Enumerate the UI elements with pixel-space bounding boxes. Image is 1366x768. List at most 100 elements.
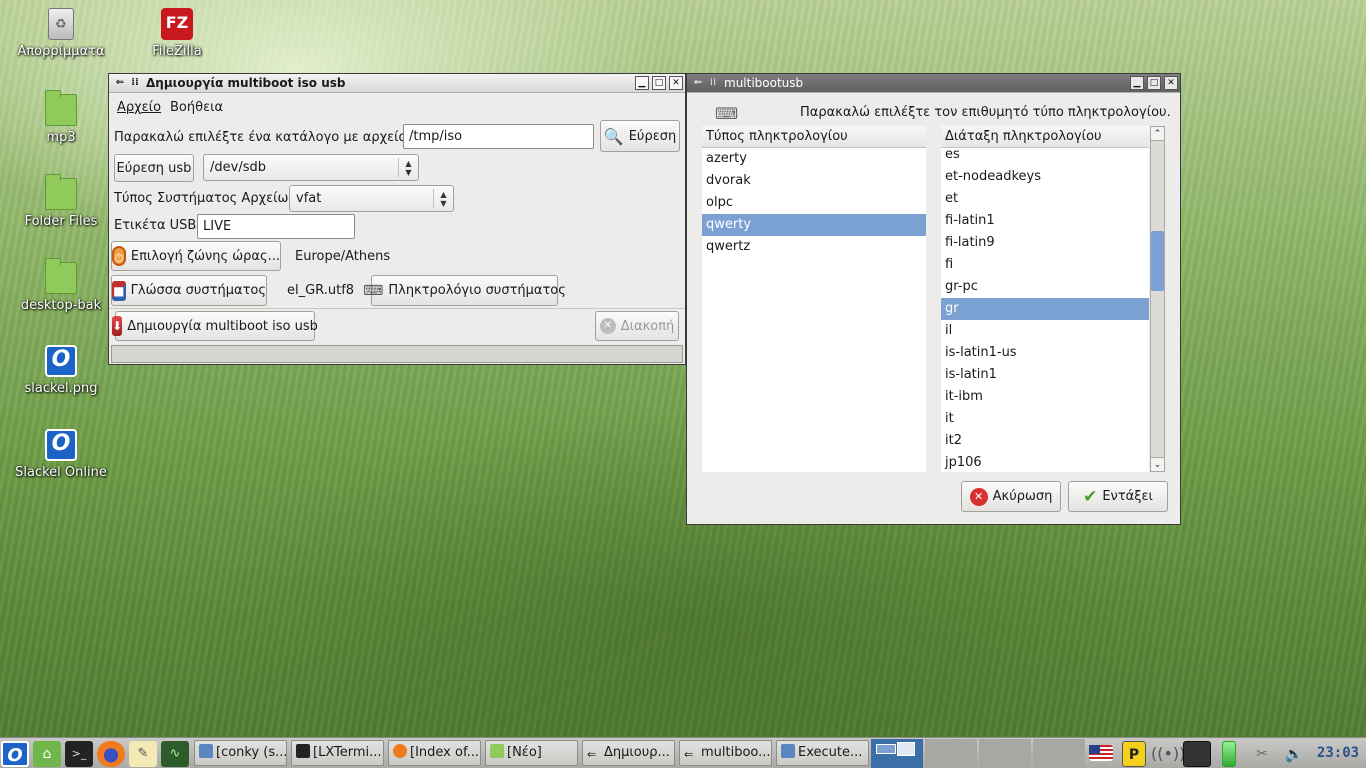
task-multiboot-creator[interactable]: ⇐ Δημιουρ... bbox=[582, 740, 675, 766]
folder-icon bbox=[490, 744, 504, 758]
scroll-thumb[interactable] bbox=[1151, 231, 1164, 291]
desktop-icon-filezilla[interactable]: FZ FileZilla bbox=[122, 8, 232, 59]
desktop-icon-label: FileZilla bbox=[152, 44, 202, 59]
keyboard-layout-item[interactable]: fi-latin9 bbox=[941, 232, 1149, 254]
keyboard-layout-item[interactable]: it-ibm bbox=[941, 386, 1149, 408]
checkmark-icon: ✔ bbox=[1083, 486, 1098, 507]
text-editor-icon[interactable]: ✎ bbox=[129, 741, 157, 767]
task-firefox[interactable]: [Index of... bbox=[388, 740, 481, 766]
close-button[interactable]: ✕ bbox=[669, 76, 683, 90]
keyboard-layout-item[interactable]: is-latin1-us bbox=[941, 342, 1149, 364]
keyboard-layout-item[interactable]: jp106 bbox=[941, 452, 1149, 472]
iso-path-input[interactable]: /tmp/iso bbox=[403, 124, 594, 149]
firefox-icon[interactable] bbox=[97, 741, 125, 767]
menubar: Αρχείο Βοήθεια bbox=[109, 94, 685, 118]
window-menu-icon[interactable]: ⇐ bbox=[692, 77, 704, 89]
keyboard-layout-list[interactable]: Διάταξη πληκτρολογίου es et-nodeadkeys et f… bbox=[941, 126, 1149, 472]
window-icon: ⇐ bbox=[587, 748, 597, 761]
minimize-button[interactable]: ▁ bbox=[1130, 76, 1144, 90]
window-menu-icon[interactable]: ⇐ bbox=[114, 77, 126, 89]
volume-icon[interactable]: 🔊 bbox=[1280, 741, 1308, 767]
pager-desktop-2[interactable] bbox=[925, 739, 977, 768]
keyboard-layout-indicator[interactable]: P bbox=[1122, 741, 1146, 767]
keyboard-type-item[interactable]: qwertz bbox=[702, 236, 926, 258]
window-pin-icon[interactable]: ⁞⁞ bbox=[129, 77, 141, 89]
keyboard-layout-item[interactable]: is-latin1 bbox=[941, 364, 1149, 386]
task-execute[interactable]: Execute... bbox=[776, 740, 869, 766]
desktop-icon-mp3[interactable]: mp3 bbox=[6, 90, 116, 145]
pager-desktop-4[interactable] bbox=[1033, 739, 1085, 768]
keyboard-button[interactable]: ⌨ Πληκτρολόγιο συστήματος bbox=[363, 275, 566, 306]
scroll-down-icon[interactable]: ⌄ bbox=[1151, 457, 1164, 471]
network-icon[interactable]: ((•)) bbox=[1151, 741, 1185, 767]
keyboard-type-item[interactable]: olpc bbox=[702, 192, 926, 214]
usb-label-input[interactable]: LIVE bbox=[197, 214, 355, 239]
language-icon: ■ bbox=[112, 280, 126, 301]
window-icon bbox=[199, 744, 213, 758]
language-value: el_GR.utf8 bbox=[287, 283, 355, 298]
keyboard-type-item[interactable]: azerty bbox=[702, 148, 926, 170]
us-flag-icon[interactable] bbox=[1089, 745, 1113, 761]
minimize-button[interactable]: ▁ bbox=[635, 76, 649, 90]
find-usb-button[interactable]: Εύρεση usb bbox=[114, 154, 194, 182]
filezilla-icon: FZ bbox=[161, 8, 193, 40]
ok-button[interactable]: ✔ Εντάξει bbox=[1068, 481, 1168, 512]
timezone-value: Europe/Athens bbox=[295, 249, 391, 264]
window-icon bbox=[781, 744, 795, 758]
maximize-button[interactable]: □ bbox=[652, 76, 666, 90]
dialog-prompt: Παρακαλώ επιλέξτε τον επιθυμητό τύπο πλη… bbox=[800, 105, 1171, 120]
keyboard-type-item[interactable]: qwerty bbox=[702, 214, 926, 236]
clock[interactable]: 23:03 bbox=[1312, 742, 1364, 765]
system-monitor-icon[interactable]: ∿ bbox=[161, 741, 189, 767]
disconnected-network-icon[interactable]: ✂ bbox=[1248, 741, 1276, 767]
filesystem-select[interactable]: vfat ▲ ▼ bbox=[289, 185, 454, 212]
dialog-title: multibootusb bbox=[724, 76, 804, 90]
menu-help[interactable]: Βοήθεια bbox=[170, 100, 223, 115]
task-conky[interactable]: [conky (s... bbox=[194, 740, 287, 766]
keyboard-layout-item[interactable]: it bbox=[941, 408, 1149, 430]
keyboard-type-header[interactable]: Τύπος πληκτρολογίου bbox=[702, 126, 926, 148]
keyboard-layout-item[interactable]: il bbox=[941, 320, 1149, 342]
battery-icon[interactable] bbox=[1222, 741, 1236, 767]
close-button[interactable]: ✕ bbox=[1164, 76, 1178, 90]
main-window-titlebar[interactable]: ⇐ ⁞⁞ Δημιουργία multiboot iso usb ▁ □ ✕ bbox=[109, 74, 685, 93]
task-lxterminal[interactable]: [LXTermi... bbox=[291, 740, 384, 766]
menu-file[interactable]: Αρχείο bbox=[117, 100, 161, 115]
usb-device-select[interactable]: /dev/sdb ▲ ▼ bbox=[203, 154, 419, 181]
desktop-icon-slackel-online[interactable]: O Slackel Online bbox=[6, 429, 116, 480]
language-button[interactable]: ■ Γλώσσα συστήματος bbox=[111, 275, 267, 306]
timezone-button[interactable]: ⏱ Επιλογή ζώνης ώρας... bbox=[111, 241, 281, 271]
keyboard-layout-item[interactable]: et bbox=[941, 188, 1149, 210]
dialog-titlebar[interactable]: ⇐ ⁞⁞ multibootusb ▁ □ ✕ bbox=[687, 74, 1180, 93]
keyboard-layout-item[interactable]: et-nodeadkeys bbox=[941, 166, 1149, 188]
keyboard-layout-item[interactable]: gr-pc bbox=[941, 276, 1149, 298]
pager-desktop-3[interactable] bbox=[979, 739, 1031, 768]
desktop-pager[interactable] bbox=[871, 739, 1087, 768]
slackel-menu-icon[interactable]: O bbox=[1, 741, 29, 767]
terminal-icon[interactable]: >_ bbox=[65, 741, 93, 767]
keyboard-layout-item[interactable]: fi bbox=[941, 254, 1149, 276]
cancel-button[interactable]: ✕ Ακύρωση bbox=[961, 481, 1061, 512]
task-new-folder[interactable]: [Νέο] bbox=[485, 740, 578, 766]
search-button[interactable]: 🔍 Εύρεση bbox=[600, 120, 680, 152]
pager-desktop-1[interactable] bbox=[871, 739, 923, 768]
stop-button[interactable]: ✕ Διακοπή bbox=[595, 311, 679, 341]
task-multibootusb[interactable]: ⇐ multiboo... bbox=[679, 740, 772, 766]
folder-icon bbox=[45, 90, 77, 126]
desktop-icon-desktop-bak[interactable]: desktop-bak bbox=[6, 258, 116, 313]
keyboard-type-list[interactable]: Τύπος πληκτρολογίου azerty dvorak olpc qwer… bbox=[702, 126, 926, 472]
keyboard-layout-item[interactable]: it2 bbox=[941, 430, 1149, 452]
desktop-icon-folder-files[interactable]: Folder Files bbox=[6, 174, 116, 229]
scroll-up-icon[interactable]: ⌃ bbox=[1151, 127, 1164, 141]
desktop-icon-trash[interactable]: Απορρίμματα bbox=[6, 8, 116, 59]
monitor-icon[interactable] bbox=[1183, 741, 1211, 767]
layout-scrollbar[interactable]: ⌃ ⌄ bbox=[1150, 126, 1165, 472]
create-button[interactable]: ⬇ Δημιουργία multiboot iso usb bbox=[112, 311, 318, 341]
keyboard-layout-item[interactable]: gr bbox=[941, 298, 1149, 320]
desktop-icon-slackel-png[interactable]: O slackel.png bbox=[6, 345, 116, 396]
window-pin-icon[interactable]: ⁞⁞ bbox=[707, 77, 719, 89]
keyboard-layout-item[interactable]: fi-latin1 bbox=[941, 210, 1149, 232]
home-icon[interactable]: ⌂ bbox=[33, 741, 61, 767]
maximize-button[interactable]: □ bbox=[1147, 76, 1161, 90]
keyboard-type-item[interactable]: dvorak bbox=[702, 170, 926, 192]
